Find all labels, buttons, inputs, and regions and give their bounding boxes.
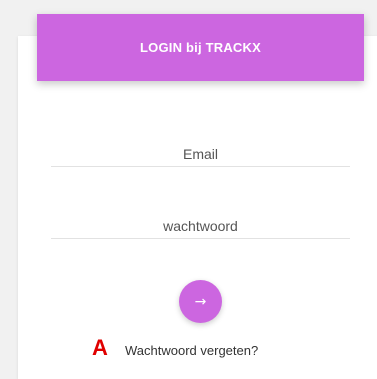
email-field[interactable] xyxy=(51,142,350,167)
login-card xyxy=(18,36,377,379)
password-field[interactable] xyxy=(51,214,350,239)
forgot-password-link[interactable]: Wachtwoord vergeten? xyxy=(125,344,258,358)
login-submit-button[interactable]: → xyxy=(179,280,222,323)
login-header: LOGIN bij TRACKX xyxy=(37,14,364,81)
annotation-marker: A xyxy=(92,335,108,360)
page-title: LOGIN bij TRACKX xyxy=(140,40,261,55)
login-page: LOGIN bij TRACKX → A Wachtwoord vergeten… xyxy=(0,0,377,379)
arrow-right-icon: → xyxy=(194,293,207,310)
